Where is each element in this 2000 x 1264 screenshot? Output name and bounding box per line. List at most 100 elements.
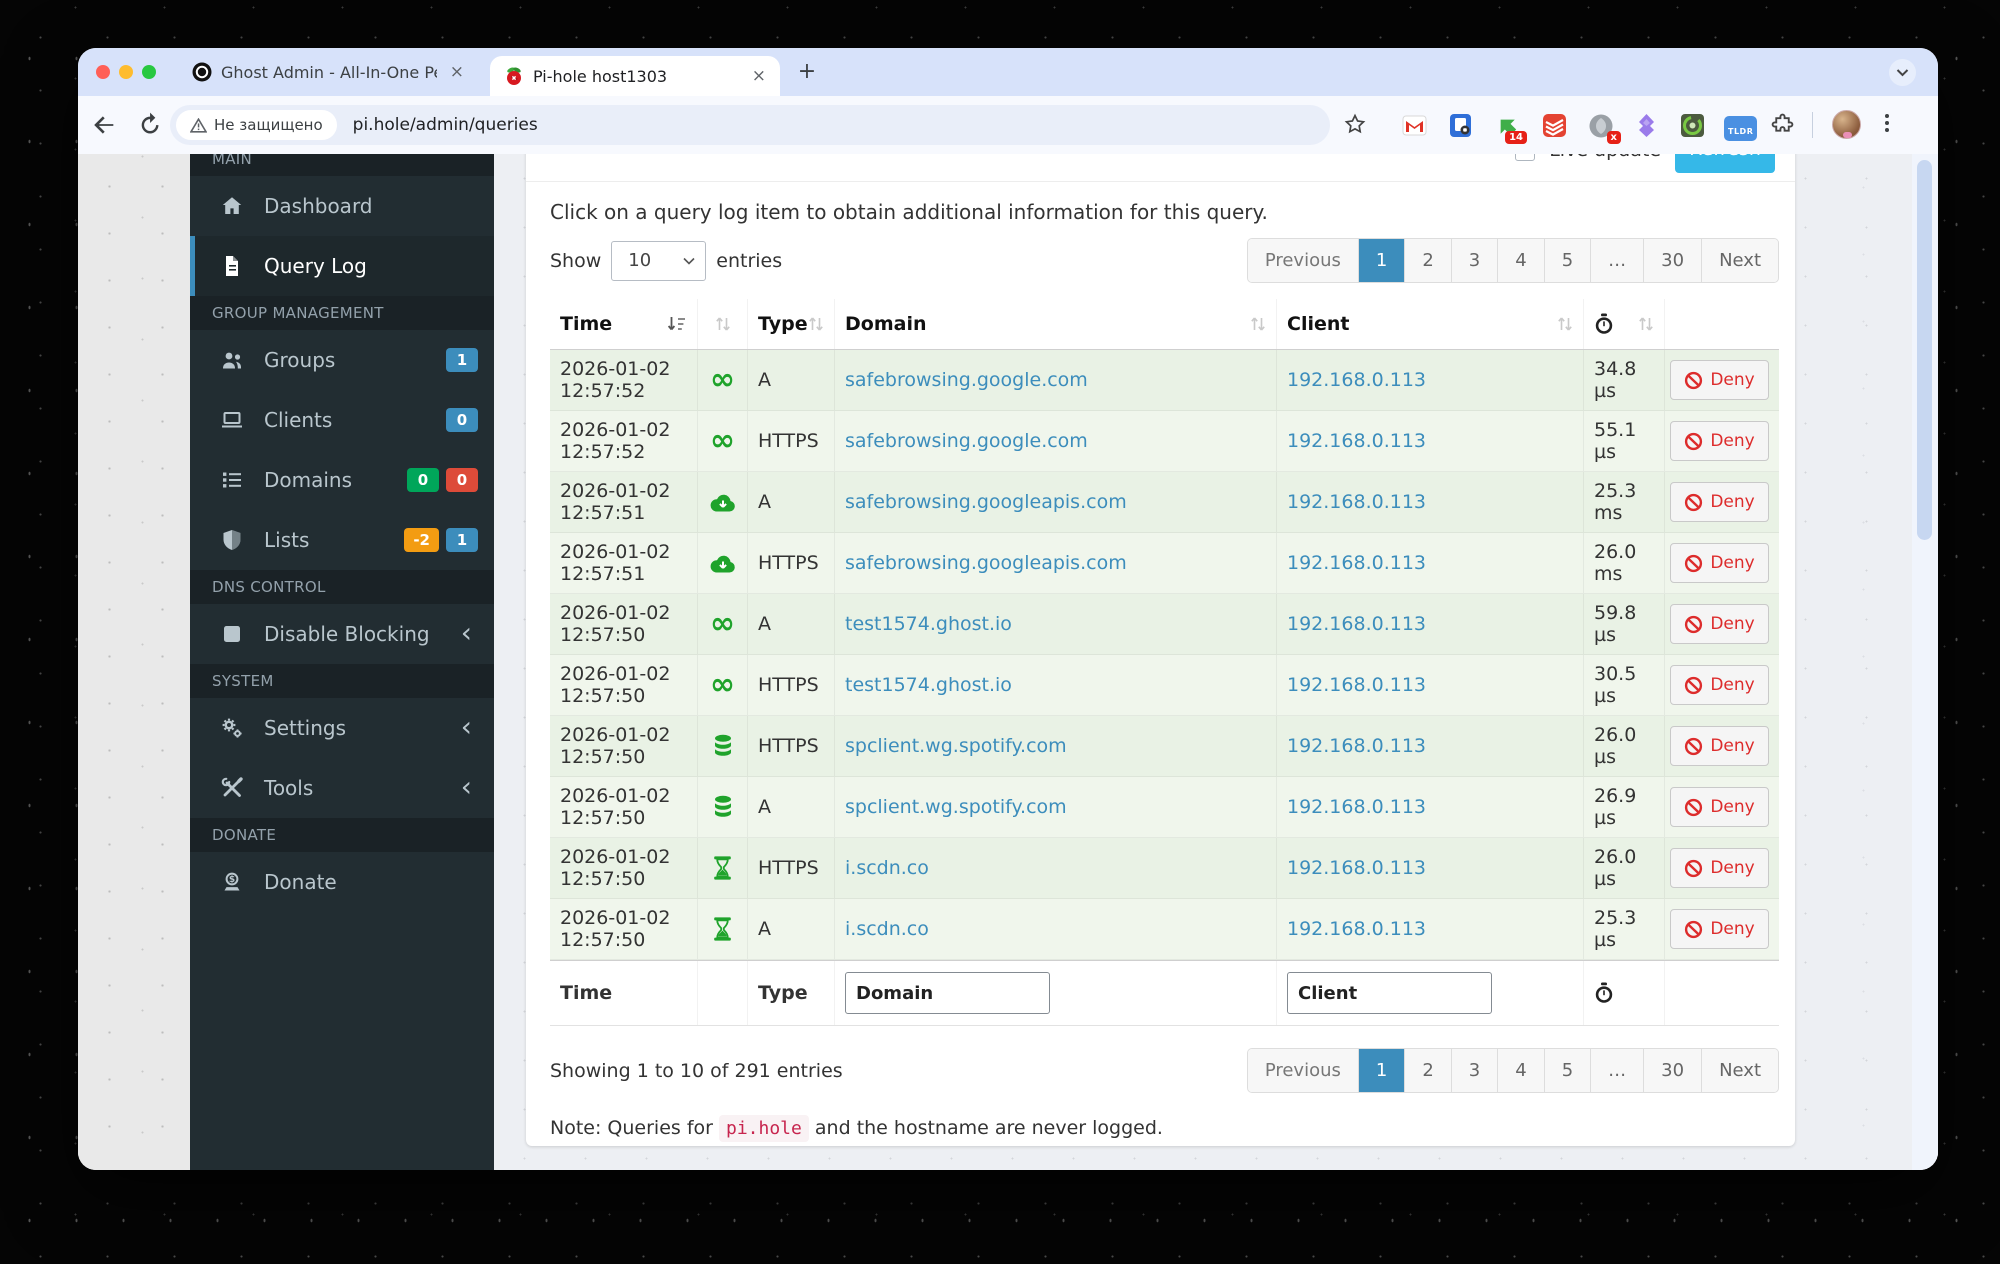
page-scrollbar[interactable] [1912,154,1938,1170]
client-link[interactable]: 192.168.0.113 [1287,369,1426,391]
pagination-previous[interactable]: Previous [1248,1049,1358,1092]
table-row[interactable]: 2026-01-02 12:57:50HTTPSspclient.wg.spot… [550,716,1779,777]
deny-button[interactable]: Deny [1670,482,1768,522]
scrollbar-thumb[interactable] [1917,160,1932,540]
client-link[interactable]: 192.168.0.113 [1287,918,1426,940]
sidebar-item-disable-blocking[interactable]: Disable Blocking ‹ [190,604,494,664]
live-update-checkbox[interactable] [1515,154,1535,161]
pagination-page-…[interactable]: … [1590,1049,1643,1092]
domain-link[interactable]: safebrowsing.googleapis.com [845,491,1127,513]
pagination-page-3[interactable]: 3 [1451,1049,1497,1092]
pagination-previous[interactable]: Previous [1248,239,1358,282]
pagination-page-2[interactable]: 2 [1404,1049,1450,1092]
pagination-next[interactable]: Next [1701,239,1778,282]
table-row[interactable]: 2026-01-02 12:57:51Asafebrowsing.googlea… [550,472,1779,533]
pagination-page-30[interactable]: 30 [1643,1049,1701,1092]
table-row[interactable]: 2026-01-02 12:57:50Ai.scdn.co192.168.0.1… [550,899,1779,960]
minimize-window-button[interactable] [119,65,133,79]
deny-button[interactable]: Deny [1670,543,1768,583]
domain-link[interactable]: i.scdn.co [845,918,929,940]
entries-select[interactable]: 10 [611,241,706,281]
tab-pihole[interactable]: Pi-hole host1303 × [490,56,780,96]
client-link[interactable]: 192.168.0.113 [1287,735,1426,757]
address-bar[interactable]: Не защищено pi.hole/admin/queries [170,105,1330,145]
extension-privacy-icon[interactable] [1448,113,1473,138]
bookmark-star-icon[interactable] [1343,112,1367,136]
extension-pihole-gray-icon[interactable]: x [1588,113,1614,139]
pagination-page-1[interactable]: 1 [1358,1049,1404,1092]
client-link[interactable]: 192.168.0.113 [1287,552,1426,574]
client-link[interactable]: 192.168.0.113 [1287,430,1426,452]
extension-tldr-icon[interactable]: TLDR [1724,116,1757,141]
pagination-page-4[interactable]: 4 [1497,1049,1543,1092]
pagination-page-4[interactable]: 4 [1497,239,1543,282]
client-link[interactable]: 192.168.0.113 [1287,857,1426,879]
client-link[interactable]: 192.168.0.113 [1287,796,1426,818]
deny-button[interactable]: Deny [1670,787,1768,827]
refresh-button[interactable]: Refresh [1675,154,1775,173]
domain-link[interactable]: spclient.wg.spotify.com [845,796,1067,818]
pagination-page-5[interactable]: 5 [1544,239,1590,282]
sidebar-item-donate[interactable]: $ Donate [190,852,494,912]
table-row[interactable]: 2026-01-02 12:57:52∞HTTPSsafebrowsing.go… [550,411,1779,472]
pagination-page-5[interactable]: 5 [1544,1049,1590,1092]
pagination-page-3[interactable]: 3 [1451,239,1497,282]
new-tab-button[interactable]: + [794,60,820,86]
table-row[interactable]: 2026-01-02 12:57:50∞HTTPStest1574.ghost.… [550,655,1779,716]
table-row[interactable]: 2026-01-02 12:57:51HTTPSsafebrowsing.goo… [550,533,1779,594]
extension-purple-icon[interactable] [1634,113,1659,138]
deny-button[interactable]: Deny [1670,665,1768,705]
domain-filter-input[interactable] [845,972,1050,1014]
pagination-page-…[interactable]: … [1590,239,1643,282]
tab-close-icon[interactable]: × [446,62,468,82]
domain-link[interactable]: safebrowsing.google.com [845,369,1088,391]
sidebar-item-tools[interactable]: Tools ‹ [190,758,494,818]
column-header-response-time[interactable] [1583,299,1664,349]
column-header-domain[interactable]: Domain [834,299,1276,349]
back-button[interactable] [90,111,118,139]
extensions-puzzle-icon[interactable] [1770,113,1795,138]
table-row[interactable]: 2026-01-02 12:57:50Aspclient.wg.spotify.… [550,777,1779,838]
tab-search-button[interactable] [1889,59,1916,86]
pagination-next[interactable]: Next [1701,1049,1778,1092]
table-row[interactable]: 2026-01-02 12:57:52∞Asafebrowsing.google… [550,350,1779,411]
deny-button[interactable]: Deny [1670,421,1768,461]
domain-link[interactable]: safebrowsing.googleapis.com [845,552,1127,574]
pagination-page-1[interactable]: 1 [1358,239,1404,282]
zoom-window-button[interactable] [142,65,156,79]
extension-todoist-icon[interactable] [1542,113,1567,138]
extension-recorder-icon[interactable] [1680,113,1705,138]
deny-button[interactable]: Deny [1670,848,1768,888]
deny-button[interactable]: Deny [1670,360,1768,400]
reload-button[interactable] [136,111,164,139]
sidebar-item-dashboard[interactable]: Dashboard [190,176,494,236]
browser-menu-button[interactable] [1884,111,1890,139]
sidebar-item-groups[interactable]: Groups 1 [190,330,494,390]
tab-ghost-admin[interactable]: Ghost Admin - All-In-One Per × [178,48,478,96]
domain-link[interactable]: safebrowsing.google.com [845,430,1088,452]
pagination-page-30[interactable]: 30 [1643,239,1701,282]
deny-button[interactable]: Deny [1670,726,1768,766]
pagination-page-2[interactable]: 2 [1404,239,1450,282]
extension-gmail-icon[interactable] [1402,113,1427,138]
column-header-status[interactable] [697,299,747,349]
domain-link[interactable]: i.scdn.co [845,857,929,879]
security-badge[interactable]: Не защищено [176,110,337,140]
sidebar-item-lists[interactable]: Disable Blocking Lists -2 1 [190,510,494,570]
extension-green-icon[interactable]: 14 [1494,113,1520,139]
close-window-button[interactable] [96,65,110,79]
table-row[interactable]: 2026-01-02 12:57:50∞Atest1574.ghost.io19… [550,594,1779,655]
sidebar-item-clients[interactable]: Clients 0 [190,390,494,450]
profile-avatar[interactable] [1832,110,1861,139]
client-filter-input[interactable] [1287,972,1492,1014]
sidebar-item-domains[interactable]: Domains 0 0 [190,450,494,510]
client-link[interactable]: 192.168.0.113 [1287,613,1426,635]
tab-close-icon[interactable]: × [748,66,770,86]
client-link[interactable]: 192.168.0.113 [1287,674,1426,696]
domain-link[interactable]: test1574.ghost.io [845,674,1012,696]
column-header-type[interactable]: Type [747,299,834,349]
column-header-time[interactable]: Time [550,299,697,349]
deny-button[interactable]: Deny [1670,909,1768,949]
sidebar-item-query-log[interactable]: Query Log [190,236,494,296]
sidebar-item-settings[interactable]: Settings ‹ [190,698,494,758]
